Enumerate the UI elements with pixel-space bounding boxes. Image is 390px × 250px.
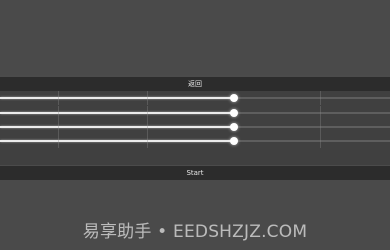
watermark-text: 易享助手 • EEDSHZJZ.COM — [82, 222, 308, 242]
slider-2-tick — [320, 106, 321, 120]
slider-3-tick — [320, 120, 321, 134]
slider-4-knob[interactable] — [230, 137, 238, 145]
slider-1-tick — [58, 91, 59, 105]
slider-3-knob[interactable] — [230, 123, 238, 131]
slider-3[interactable] — [0, 120, 390, 134]
slider-4[interactable] — [0, 134, 390, 148]
start-button-label: Start — [186, 168, 204, 177]
back-button[interactable]: 返回 — [0, 77, 390, 91]
slider-1-tick — [320, 91, 321, 105]
top-empty-area — [0, 0, 390, 75]
slider-4-tick — [147, 134, 148, 148]
slider-3-tick — [58, 120, 59, 134]
start-button[interactable]: Start — [0, 166, 390, 180]
slider-2-knob[interactable] — [230, 109, 238, 117]
slider-2-fill — [0, 112, 234, 114]
slider-3-tick — [147, 120, 148, 134]
back-button-label: 返回 — [188, 79, 202, 88]
slider-4-fill — [0, 140, 234, 142]
slider-4-tick — [58, 134, 59, 148]
slider-1[interactable] — [0, 91, 390, 105]
slider-1-fill — [0, 97, 234, 99]
slider-1-knob[interactable] — [230, 94, 238, 102]
slider-2[interactable] — [0, 106, 390, 120]
slider-4-tick — [320, 134, 321, 148]
slider-panel — [0, 91, 390, 165]
slider-2-tick — [147, 106, 148, 120]
slider-2-tick — [58, 106, 59, 120]
slider-1-tick — [147, 91, 148, 105]
slider-3-fill — [0, 126, 234, 128]
